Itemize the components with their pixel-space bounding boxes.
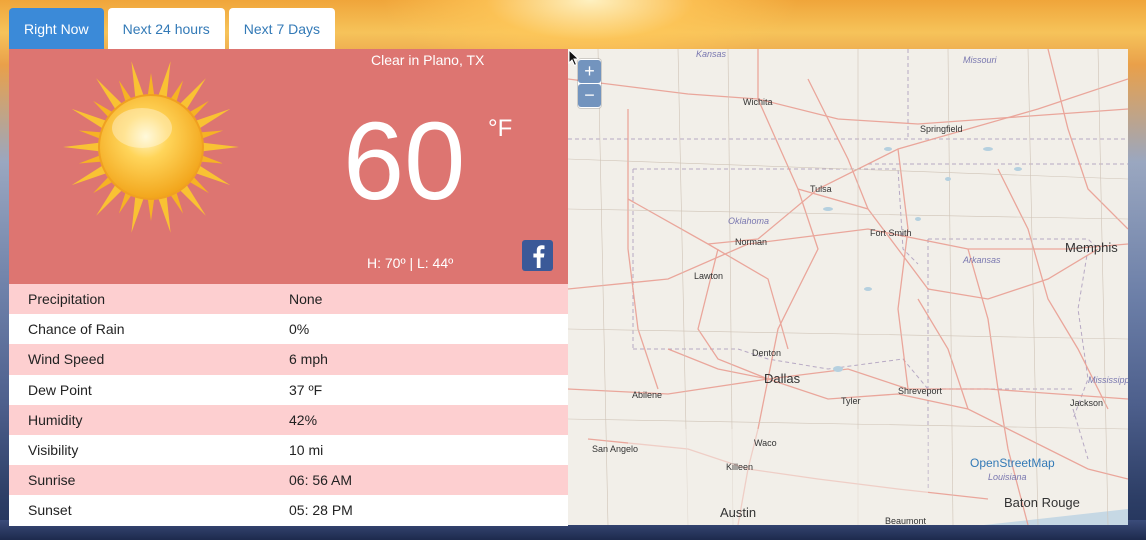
map-city-label: Springfield — [920, 124, 963, 134]
mouse-cursor-icon — [568, 49, 580, 67]
detail-label: Sunrise — [28, 472, 76, 489]
map-attribution-link[interactable]: OpenStreetMap — [970, 456, 1055, 470]
current-conditions: Clear in Plano, TX 60 °F H: 70º | L: 44º — [9, 49, 568, 284]
detail-value: 37 ºF — [289, 381, 323, 398]
temperature-unit: °F — [488, 115, 513, 142]
detail-label: Chance of Rain — [28, 321, 125, 338]
map-city-label: Norman — [735, 237, 768, 247]
detail-value: 05: 28 PM — [289, 502, 353, 519]
sun-ray — [147, 196, 155, 221]
sun-ray — [131, 61, 145, 100]
detail-label: Sunset — [28, 502, 72, 519]
map-state-label: Arkansas — [963, 255, 1001, 265]
detail-label: Humidity — [28, 411, 83, 428]
sun-ray — [131, 194, 145, 233]
map-city-label: Memphis — [1065, 240, 1118, 255]
sun-ray — [63, 142, 102, 152]
weather-map[interactable]: + − Kansas Missouri Oklahoma Arkansas Mi… — [568, 49, 1128, 525]
detail-label: Dew Point — [28, 381, 92, 398]
map-state-label: Missouri — [963, 55, 997, 65]
details-table: Precipitation None Chance of Rain 0% Wind … — [9, 284, 568, 526]
detail-value: 10 mi — [289, 442, 324, 459]
map-city-label: Beaumont — [885, 516, 927, 525]
tab-right-now[interactable]: Right Now — [9, 8, 104, 50]
condition-location: Clear in Plano, TX — [371, 52, 485, 68]
weather-panel: Clear in Plano, TX 60 °F H: 70º | L: 44º… — [9, 49, 1128, 526]
detail-row-sunrise: Sunrise 06: 56 AM — [9, 465, 568, 496]
detail-value: 06: 56 AM — [289, 472, 353, 489]
sun-ray — [200, 142, 239, 152]
detail-label: Visibility — [28, 442, 79, 459]
tab-next-24-hours[interactable]: Next 24 hours — [107, 8, 225, 50]
detail-row-precipitation: Precipitation None — [9, 284, 568, 315]
detail-label: Precipitation — [28, 291, 106, 308]
map-city-label: Baton Rouge — [1004, 495, 1080, 510]
detail-value: 0% — [289, 321, 310, 338]
detail-value: 6 mph — [289, 351, 328, 368]
detail-row-chance-of-rain: Chance of Rain 0% — [9, 314, 568, 345]
zoom-out-button[interactable]: − — [578, 84, 601, 107]
map-city-label: Abilene — [632, 390, 663, 400]
detail-row-visibility: Visibility 10 mi — [9, 434, 568, 466]
sun-ray — [157, 194, 171, 233]
sun-ray — [147, 73, 155, 98]
current-temperature: 60 — [343, 100, 466, 223]
detail-value: None — [289, 291, 323, 308]
sun-ray — [157, 61, 171, 100]
forecast-tabs: Right Now Next 24 hours Next 7 Days — [9, 8, 336, 50]
zoom-in-button[interactable]: + — [578, 60, 601, 83]
map-city-label: Dallas — [764, 371, 801, 386]
map-city-label: Tyler — [841, 396, 861, 406]
map-city-label: Waco — [754, 438, 777, 448]
map-city-label: Austin — [720, 505, 757, 520]
map-city-label: Fort Smith — [870, 228, 912, 238]
high-low: H: 70º | L: 44º — [367, 255, 454, 271]
facebook-icon[interactable] — [522, 240, 553, 271]
map-city-label: Shreveport — [898, 386, 943, 396]
map-state-label: Oklahoma — [728, 216, 770, 226]
map-state-label: Mississippi — [1088, 375, 1128, 385]
detail-value: 42% — [289, 411, 318, 428]
map-city-label: Wichita — [743, 97, 773, 107]
sun-icon — [62, 58, 240, 236]
map-zoom-controls: + − — [578, 59, 601, 108]
detail-row-wind-speed: Wind Speed 6 mph — [9, 344, 568, 375]
tab-next-7-days[interactable]: Next 7 Days — [228, 8, 336, 50]
map-state-label: Kansas — [696, 49, 727, 59]
detail-label: Wind Speed — [28, 351, 105, 368]
map-roads — [568, 49, 1128, 525]
map-city-label: Tulsa — [810, 184, 832, 194]
map-city-label: Jackson — [1070, 398, 1104, 408]
detail-row-humidity: Humidity 42% — [9, 404, 568, 435]
map-city-label: Killeen — [726, 462, 754, 472]
map-city-label: San Angelo — [592, 444, 639, 454]
map-state-label: Louisiana — [988, 472, 1027, 482]
map-city-label: Lawton — [694, 271, 724, 281]
detail-row-dew-point: Dew Point 37 ºF — [9, 374, 568, 405]
detail-row-sunset: Sunset 05: 28 PM — [9, 495, 568, 526]
map-city-label: Denton — [752, 348, 782, 358]
